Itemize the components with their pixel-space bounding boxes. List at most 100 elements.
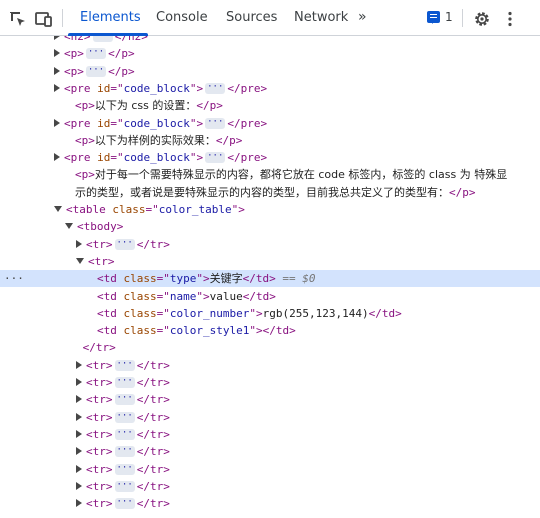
tree-row[interactable]: <pre id="code_block"> ··· </pre> (54, 80, 267, 97)
tree-row[interactable]: <pre id="code_block"> ··· </pre> (54, 149, 267, 166)
node-markup: <td class="color_number">rgb(255,123,144… (97, 307, 402, 320)
collapsed-children-ellipsis[interactable]: ··· (114, 497, 135, 509)
collapsed-children-ellipsis[interactable]: ··· (114, 238, 135, 250)
node-markup: <tbody> (77, 220, 124, 233)
node-markup: <tr> ··· </tr> (86, 410, 170, 424)
tree-row[interactable]: <p>以下为样例的实际效果：</p> (65, 132, 242, 149)
tree-row-selected[interactable]: <td class="type">关键字</td> == $0 (87, 270, 316, 287)
tree-row[interactable]: </tr> (83, 339, 116, 356)
tree-row[interactable]: <tr> (76, 253, 115, 270)
tree-row[interactable]: <td class="name">value</td> (87, 288, 276, 305)
node-markup: <p>对于每一个需要特殊显示的内容，都将它放在 code 标签内，标签的 cla… (75, 168, 508, 181)
expand-triangle-icon[interactable] (76, 258, 84, 264)
node-markup: <tr> ··· </tr> (86, 375, 170, 389)
toolbar-separator (62, 9, 63, 27)
expand-triangle-icon[interactable] (54, 206, 62, 212)
collapse-triangle-icon[interactable] (76, 361, 82, 369)
node-markup: <p> ··· </p> (64, 46, 135, 60)
tree-row[interactable]: <tbody> (65, 218, 123, 235)
collapse-triangle-icon[interactable] (54, 36, 60, 40)
collapsed-children-ellipsis[interactable]: ··· (114, 480, 135, 492)
toolbar-separator (462, 9, 463, 27)
collapse-triangle-icon[interactable] (76, 482, 82, 490)
tree-row[interactable]: <tr> ··· </tr> (76, 409, 170, 426)
collapse-triangle-icon[interactable] (76, 395, 82, 403)
collapse-triangle-icon[interactable] (76, 378, 82, 386)
tree-row[interactable]: <p>对于每一个需要特殊显示的内容，都将它放在 code 标签内，标签的 cla… (65, 166, 507, 183)
collapsed-children-ellipsis[interactable]: ··· (114, 376, 135, 388)
issues-count: 1 (445, 10, 453, 24)
tree-row[interactable]: <tr> ··· </tr> (76, 478, 170, 495)
tree-row[interactable]: <tr> ··· </tr> (76, 357, 170, 374)
collapsed-children-ellipsis[interactable]: ··· (92, 36, 113, 42)
tree-row[interactable]: <h2>···</h2> (54, 36, 148, 45)
collapse-triangle-icon[interactable] (76, 447, 82, 455)
collapsed-children-ellipsis[interactable]: ··· (85, 65, 107, 77)
collapsed-children-ellipsis[interactable]: ··· (205, 117, 226, 129)
collapsed-children-ellipsis[interactable]: ··· (205, 82, 226, 94)
node-markup: <tr> (88, 255, 115, 268)
more-tabs-icon[interactable]: » (358, 9, 367, 25)
collapse-triangle-icon[interactable] (54, 67, 60, 75)
tree-row[interactable]: <tr> ··· </tr> (76, 426, 170, 443)
collapsed-children-ellipsis[interactable]: ··· (114, 445, 135, 457)
tree-row[interactable]: <td class="color_number">rgb(255,123,144… (87, 305, 402, 322)
collapse-triangle-icon[interactable] (76, 465, 82, 473)
node-markup: <table class="color_table"> (66, 203, 245, 216)
horizontal-scrollbar[interactable] (499, 512, 539, 516)
device-toolbar-icon[interactable] (34, 9, 54, 29)
element-picker-icon[interactable] (8, 9, 28, 29)
tab-elements[interactable]: Elements (80, 0, 141, 36)
collapse-triangle-icon[interactable] (54, 119, 60, 127)
collapsed-children-ellipsis[interactable]: ··· (114, 411, 135, 423)
collapse-triangle-icon[interactable] (54, 84, 60, 92)
collapsed-children-ellipsis[interactable]: ··· (114, 359, 135, 371)
collapsed-children-ellipsis[interactable]: ··· (85, 47, 107, 59)
node-markup: <td class="color_style1"></td> (97, 324, 296, 337)
tree-row[interactable]: 示的类型，或者说是要特殊显示的内容的类型，目前我总共定义了的类型有：</p> (65, 184, 476, 201)
tree-row[interactable]: <p>以下为 css 的设置：</p> (65, 97, 223, 114)
collapse-triangle-icon[interactable] (54, 49, 60, 57)
gear-icon[interactable] (472, 9, 492, 29)
node-markup: <tr> ··· </tr> (86, 462, 170, 476)
tree-row[interactable]: <tr> ··· </tr> (76, 495, 170, 512)
collapse-triangle-icon[interactable] (54, 153, 60, 161)
tree-row[interactable]: <tr> ··· </tr> (76, 236, 170, 253)
node-markup: <h2>···</h2> (64, 36, 148, 43)
collapse-triangle-icon[interactable] (76, 499, 82, 507)
tree-row[interactable]: <tr> ··· </tr> (76, 391, 170, 408)
expand-triangle-icon[interactable] (65, 223, 73, 229)
tree-row[interactable]: <td class="color_style1"></td> (87, 322, 296, 339)
node-markup: <pre id="code_block"> ··· </pre> (64, 150, 268, 164)
tree-row[interactable]: <p> ··· </p> (54, 45, 135, 62)
tree-row[interactable]: <tr> ··· </tr> (76, 461, 170, 478)
node-markup: <td class="name">value</td> (97, 290, 276, 303)
collapse-triangle-icon[interactable] (76, 413, 82, 421)
node-markup: <tr> ··· </tr> (86, 444, 170, 458)
collapse-triangle-icon[interactable] (76, 240, 82, 248)
tab-network[interactable]: Network (294, 0, 348, 36)
devtools-toolbar: Elements Console Sources Network » 1 (0, 0, 540, 36)
selected-node-menu-icon[interactable]: ··· (4, 270, 24, 287)
tree-row[interactable]: <tr> ··· </tr> (76, 443, 170, 460)
collapsed-children-ellipsis[interactable]: ··· (114, 393, 135, 405)
node-markup: <pre id="code_block"> ··· </pre> (64, 116, 268, 130)
kebab-menu-icon[interactable] (500, 9, 520, 29)
collapsed-children-ellipsis[interactable]: ··· (114, 463, 135, 475)
node-markup: <tr> ··· </tr> (86, 237, 170, 251)
node-markup: <tr> ··· </tr> (86, 358, 170, 372)
tree-row[interactable]: <pre id="code_block"> ··· </pre> (54, 115, 267, 132)
node-markup: <p> ··· </p> (64, 64, 135, 78)
tree-row[interactable]: <table class="color_table"> (54, 201, 245, 218)
collapsed-children-ellipsis[interactable]: ··· (114, 428, 135, 440)
node-markup: <td class="type">关键字</td> == $0 (97, 272, 316, 285)
collapse-triangle-icon[interactable] (76, 430, 82, 438)
collapsed-children-ellipsis[interactable]: ··· (205, 151, 226, 163)
tab-console[interactable]: Console (156, 0, 208, 36)
node-markup: <tr> ··· </tr> (86, 392, 170, 406)
tree-row[interactable]: <p> ··· </p> (54, 63, 135, 80)
tree-row[interactable]: <tr> ··· </tr> (76, 374, 170, 391)
node-markup: </tr> (82, 341, 116, 354)
tab-sources[interactable]: Sources (226, 0, 277, 36)
node-markup: 示的类型，或者说是要特殊显示的内容的类型，目前我总共定义了的类型有：</p> (75, 186, 476, 199)
